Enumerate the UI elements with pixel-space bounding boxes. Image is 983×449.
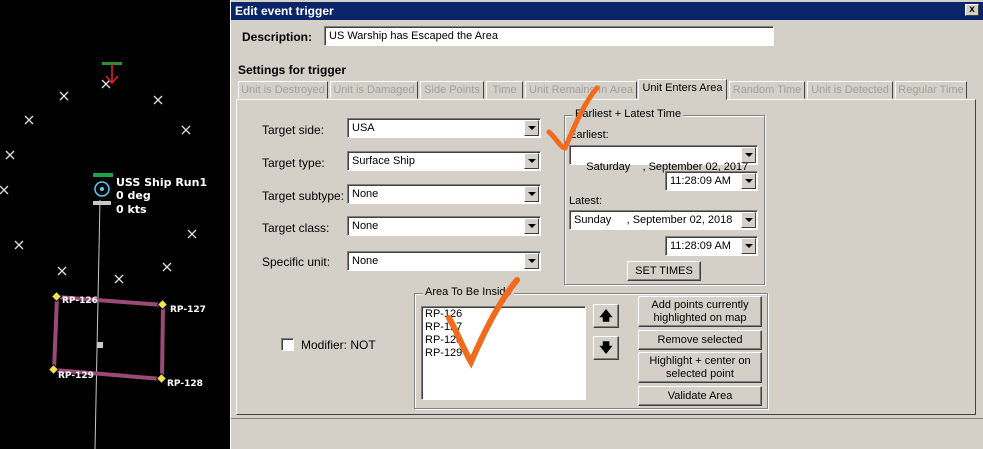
latest-time-picker[interactable]: 11:28:09 AM [665, 236, 758, 256]
contact-marker [181, 125, 191, 135]
earliest-date-picker[interactable]: Saturday , September 02, 2017 [569, 145, 758, 173]
down-arrow-icon [105, 64, 119, 85]
modifier-not-label: Modifier: NOT [301, 338, 376, 352]
rp-label: RP-128 [167, 379, 203, 389]
time-group-title: Earliest + Latest Time [573, 108, 684, 120]
tab-unit-is-destroyed[interactable]: Unit is Destroyed [238, 81, 328, 99]
rp-marker[interactable] [47, 363, 60, 376]
rp-marker[interactable] [50, 290, 63, 303]
specific-unit-select[interactable]: None [347, 251, 541, 271]
earliest-time-value: 11:28:09 AM [670, 175, 731, 187]
chevron-down-icon[interactable] [524, 218, 539, 234]
earliest-time-picker[interactable]: 11:28:09 AM [665, 171, 758, 191]
target-side-select[interactable]: USA [347, 118, 541, 138]
contact-marker [0, 185, 9, 195]
modifier-not-checkbox[interactable] [281, 338, 294, 351]
move-down-button[interactable]: 🡇 [593, 336, 619, 360]
chevron-down-icon[interactable] [524, 253, 539, 269]
chevron-down-icon[interactable] [741, 147, 756, 163]
earliest-label: Earliest: [569, 129, 609, 141]
add-points-button[interactable]: Add points currently highlighted on map [638, 296, 762, 327]
target-side-value: USA [352, 122, 375, 134]
description-label: Description: [242, 30, 313, 44]
target-subtype-select[interactable]: None [347, 184, 541, 204]
rp-label: RP-129 [58, 371, 94, 381]
latest-time-value: 11:28:09 AM [670, 240, 731, 252]
dialog-titlebar[interactable]: Edit event trigger [231, 2, 983, 20]
validate-area-button[interactable]: Validate Area [638, 386, 762, 406]
arrow-down-icon: 🡇 [599, 340, 613, 355]
dialog-title: Edit event trigger [235, 4, 334, 18]
move-up-button[interactable]: 🡅 [593, 304, 619, 328]
contact-marker [162, 262, 172, 272]
rp-label: RP-127 [170, 305, 206, 315]
unit-name-label: USS Ship Run1 [116, 176, 208, 189]
unit-speed-label: 0 kts [116, 203, 147, 216]
unit-track-line [94, 199, 101, 449]
target-type-select[interactable]: Surface Ship [347, 151, 541, 171]
tab-unit-is-detected[interactable]: Unit is Detected [807, 81, 893, 99]
target-class-select[interactable]: None [347, 216, 541, 236]
contact-marker [5, 150, 15, 160]
unit-heading-label: 0 deg [116, 189, 151, 202]
set-times-button[interactable]: SET TIMES [627, 261, 701, 281]
unit-speed-bar [93, 201, 111, 205]
target-side-label: Target side: [262, 123, 325, 137]
target-type-value: Surface Ship [352, 155, 415, 167]
target-subtype-label: Target subtype: [262, 189, 345, 203]
tab-random-time[interactable]: Random Time [729, 81, 805, 99]
settings-heading: Settings for trigger [238, 63, 347, 77]
highlight-center-button[interactable]: Highlight + center on selected point [638, 352, 762, 383]
area-center-marker [97, 342, 103, 348]
specific-unit-value: None [352, 255, 379, 267]
tab-regular-time[interactable]: Regular Time [895, 81, 967, 99]
latest-date-picker[interactable]: Sunday , September 02, 2018 [569, 210, 758, 230]
contact-marker [14, 240, 24, 250]
chevron-down-icon[interactable] [741, 173, 756, 189]
ship-unit-center [100, 187, 104, 191]
contact-marker [187, 229, 197, 239]
arrow-up-icon: 🡅 [599, 308, 613, 323]
remove-selected-button[interactable]: Remove selected [638, 330, 762, 350]
rp-label: RP-126 [62, 296, 98, 306]
tab-unit-remains-in-area[interactable]: Unit Remains In Area [525, 81, 637, 99]
area-points-list[interactable]: RP-126 RP-127 RP-128 RP-129 [421, 306, 586, 400]
latest-label: Latest: [569, 195, 603, 207]
chevron-down-icon[interactable] [524, 186, 539, 202]
tab-time[interactable]: Time [486, 81, 523, 99]
area-polygon [51, 294, 166, 382]
description-input[interactable]: US Warship has Escaped the Area [324, 26, 774, 46]
contact-marker [57, 266, 67, 276]
list-item[interactable]: RP-129 [425, 347, 582, 360]
contact-marker [114, 274, 124, 284]
chevron-down-icon[interactable] [524, 153, 539, 169]
map-panel[interactable]: USS Ship Run1 0 deg 0 kts RP-126 RP-127 … [0, 0, 230, 449]
target-type-label: Target type: [262, 156, 325, 170]
edit-event-trigger-dialog: Edit event trigger x Description: US War… [230, 0, 983, 449]
tab-unit-is-damaged[interactable]: Unit is Damaged [330, 81, 418, 99]
rp-marker[interactable] [155, 372, 168, 385]
tab-unit-enters-area[interactable]: Unit Enters Area [638, 79, 727, 100]
target-subtype-value: None [352, 188, 379, 200]
chevron-down-icon[interactable] [741, 212, 756, 228]
contact-marker [59, 91, 69, 101]
list-item[interactable]: RP-128 [425, 334, 582, 347]
list-item[interactable]: RP-127 [425, 321, 582, 334]
chevron-down-icon[interactable] [741, 238, 756, 254]
close-button[interactable]: x [965, 4, 979, 16]
target-class-label: Target class: [262, 221, 330, 235]
rp-marker[interactable] [156, 298, 169, 311]
target-class-value: None [352, 220, 379, 232]
contact-marker [153, 95, 163, 105]
specific-unit-label: Specific unit: [262, 255, 331, 269]
contact-marker [101, 79, 111, 89]
tab-side-points[interactable]: Side Points [420, 81, 484, 99]
dialog-footer [231, 418, 983, 449]
area-group-title: Area To Be Inside [423, 286, 514, 298]
unit-status-bar [93, 173, 113, 177]
latest-date-value: Sunday , September 02, 2018 [574, 214, 733, 226]
contact-marker [24, 115, 34, 125]
chevron-down-icon[interactable] [524, 120, 539, 136]
list-item[interactable]: RP-126 [425, 308, 582, 321]
